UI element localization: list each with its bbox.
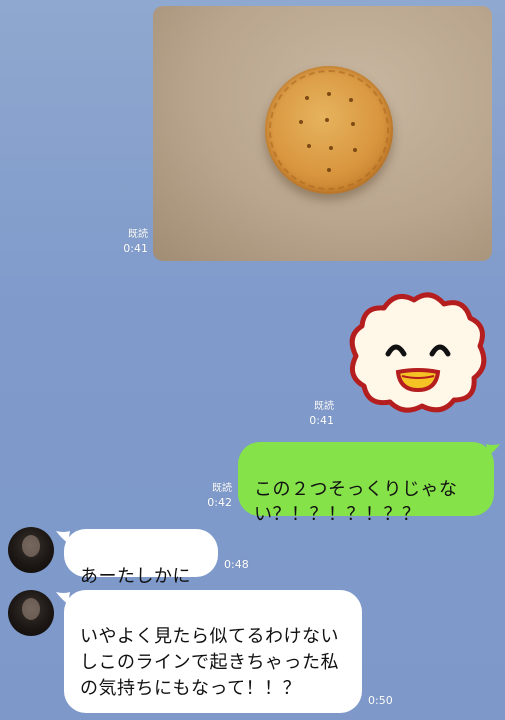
sticker-meta: 既読 0:41 <box>294 400 334 428</box>
cloud-face-icon <box>349 292 487 413</box>
sender-avatar[interactable] <box>8 527 54 573</box>
outgoing-message-bubble[interactable]: この２つそっくりじゃない？！？！？！？？ <box>238 442 494 525</box>
bubble-tail <box>486 444 500 456</box>
sent-photo-cracker[interactable] <box>153 6 492 261</box>
timestamp: 0:48 <box>224 558 249 571</box>
sender-avatar[interactable] <box>8 590 54 636</box>
message-text: いやよく見たら似てるわけないしこのラインで起きちゃった私の気持ちにもなって！！？ <box>80 626 339 699</box>
photo-meta: 既読 0:41 <box>108 228 148 256</box>
timestamp: 0:41 <box>309 414 334 427</box>
chat-area[interactable]: 既読 0:41 既読 0:41 この２つそっくりじゃない？！？！？！？？ 既読 … <box>0 0 505 720</box>
message-text: あーたしかに <box>80 566 191 587</box>
read-receipt: 既読 <box>314 401 334 412</box>
incoming-message-bubble[interactable]: あーたしかに <box>64 529 218 587</box>
sticker-smiling-cloud[interactable] <box>344 288 490 416</box>
timestamp: 0:50 <box>368 694 393 707</box>
incoming-message-bubble[interactable]: いやよく見たら似てるわけないしこのラインで起きちゃった私の気持ちにもなって！！？ <box>64 590 362 713</box>
incoming-meta: 0:48 <box>224 558 264 572</box>
outgoing-meta: 既読 0:42 <box>192 482 232 510</box>
timestamp: 0:41 <box>123 242 148 255</box>
cracker-image <box>265 66 393 194</box>
read-receipt: 既読 <box>128 229 148 240</box>
bubble-tail <box>56 531 70 543</box>
read-receipt: 既読 <box>212 483 232 494</box>
bubble-tail <box>56 592 70 604</box>
incoming-meta: 0:50 <box>368 694 408 708</box>
message-text: この２つそっくりじゃない？！？！？！？？ <box>254 479 458 525</box>
timestamp: 0:42 <box>207 496 232 509</box>
